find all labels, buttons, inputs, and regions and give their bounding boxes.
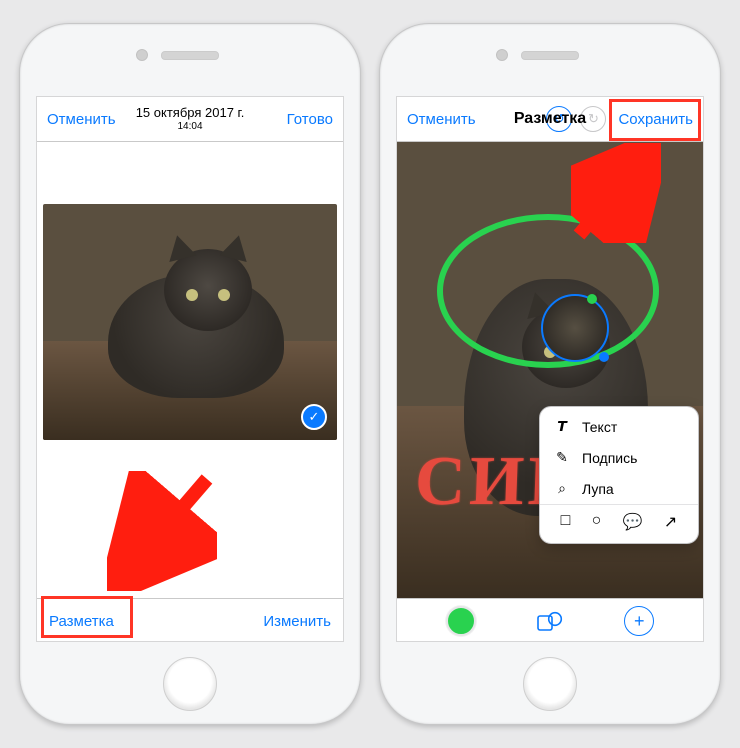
magnifier-resize-handle[interactable] [599, 352, 609, 362]
shape-bubble-button[interactable]: 💬 [623, 512, 643, 532]
menu-label: Текст [582, 419, 617, 435]
shape-arrow-button[interactable]: ↗ [664, 512, 677, 532]
home-button[interactable] [163, 657, 217, 711]
menu-item-magnifier[interactable]: ⌕ Лупа [540, 473, 698, 504]
red-arrow-icon [571, 143, 661, 243]
shape-circle-button[interactable]: ○ [592, 512, 602, 532]
screen-left: Отменить 15 октября 2017 г. 14:04 Готово… [36, 96, 344, 642]
navbar-title: Разметка [514, 110, 586, 128]
earpiece-speaker [161, 51, 219, 60]
text-tool-icon: 𝙏 [552, 418, 572, 435]
home-button[interactable] [523, 657, 577, 711]
cancel-button[interactable]: Отменить [47, 111, 116, 128]
markup-magnifier-annotation[interactable] [541, 294, 609, 362]
shape-square-button[interactable]: □ [561, 512, 571, 532]
earpiece-speaker [521, 51, 579, 60]
shape-style-button[interactable] [537, 611, 563, 631]
front-camera [496, 49, 508, 61]
screen-right: Отменить Разметка ↺ ↻ Сохранить [396, 96, 704, 642]
photo-preview[interactable]: ✓ [43, 204, 337, 440]
done-button[interactable]: Готово [287, 111, 333, 128]
magnifier-zoom-handle[interactable] [587, 294, 597, 304]
signature-tool-icon: ✎ [552, 449, 572, 466]
add-annotation-button[interactable]: + [624, 606, 654, 636]
navbar-left: Отменить 15 октября 2017 г. 14:04 Готово [37, 97, 343, 142]
add-annotation-menu: 𝙏 Текст ✎ Подпись ⌕ Лупа [539, 406, 699, 544]
selected-check-icon: ✓ [301, 404, 327, 430]
magnifier-tool-icon: ⌕ [552, 480, 572, 497]
menu-item-text[interactable]: 𝙏 Текст [540, 411, 698, 442]
menu-label: Подпись [582, 450, 637, 466]
iphone-device-left: Отменить 15 октября 2017 г. 14:04 Готово… [19, 23, 361, 725]
edit-button[interactable]: Изменить [263, 613, 331, 630]
menu-item-signature[interactable]: ✎ Подпись [540, 442, 698, 473]
highlight-save-button [609, 99, 701, 141]
red-arrow-icon [107, 471, 217, 591]
menu-shape-row: □ ○ 💬 ↗ [540, 505, 698, 539]
markup-toolbar: + [397, 598, 703, 642]
menu-label: Лупа [582, 481, 614, 497]
highlight-markup-button [41, 596, 133, 638]
navbar-title: 15 октября 2017 г. 14:04 [136, 106, 245, 131]
color-picker-button[interactable] [446, 606, 476, 636]
photo-date: 15 октября 2017 г. [136, 106, 245, 120]
iphone-device-right: Отменить Разметка ↺ ↻ Сохранить [379, 23, 721, 725]
comparison-stage: Отменить 15 октября 2017 г. 14:04 Готово… [0, 0, 740, 748]
front-camera [136, 49, 148, 61]
photo-time: 14:04 [136, 121, 245, 132]
cancel-button[interactable]: Отменить [407, 111, 476, 128]
